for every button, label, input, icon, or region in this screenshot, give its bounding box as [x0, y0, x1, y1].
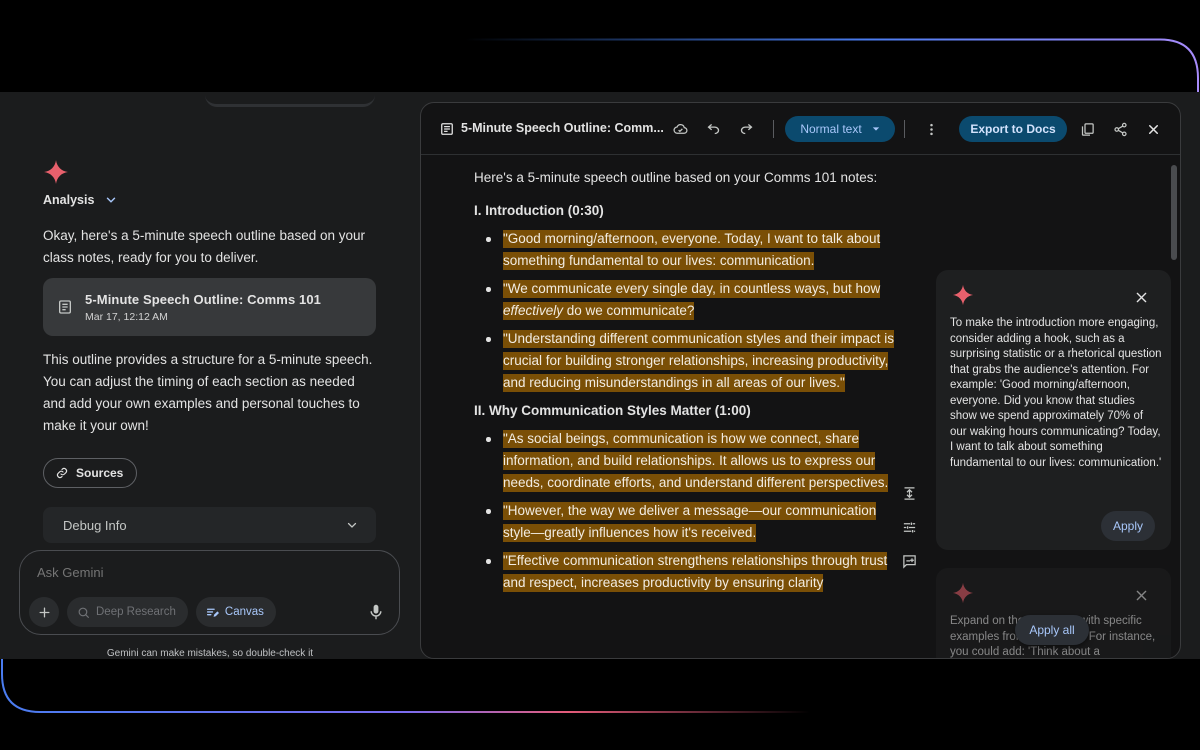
prompt-tools: Deep Research Canvas: [29, 597, 276, 627]
tune-icon: [903, 522, 915, 533]
chat-panel: Analysis Okay, here's a 5-minute speech …: [0, 92, 420, 659]
ask-gemini-input[interactable]: [37, 565, 377, 580]
tune-tool-button[interactable]: [893, 517, 925, 538]
export-to-docs-button[interactable]: Export to Docs: [959, 116, 1067, 142]
canvas-button[interactable]: Canvas: [195, 597, 276, 627]
more-vert-icon: [929, 123, 933, 135]
deep-research-icon: [78, 607, 89, 618]
text-style-select[interactable]: Normal text: [785, 116, 895, 142]
section-heading: II. Why Communication Styles Matter (1:0…: [474, 403, 751, 418]
cloud-saved-button[interactable]: [670, 119, 690, 139]
section-heading: I. Introduction (0:30): [474, 203, 604, 218]
list-item: "Good morning/afternoon, everyone. Today…: [474, 228, 894, 272]
canvas-label: Canvas: [224, 606, 264, 618]
analysis-label: Analysis: [43, 193, 95, 207]
undo-button[interactable]: [703, 119, 723, 139]
apply-button[interactable]: Apply: [1101, 511, 1155, 541]
document-content[interactable]: Here's a 5-minute speech outline based o…: [474, 167, 894, 600]
plus-icon: [39, 607, 49, 617]
canvas-toolbar: 5-Minute Speech Outline: Comm... Normal …: [421, 103, 1180, 155]
highlighted-text: "We communicate every single day, in cou…: [503, 280, 881, 320]
canvas-title: 5-Minute Speech Outline: Comm...: [461, 121, 664, 135]
copy-button[interactable]: [1077, 119, 1097, 139]
emphasis-text: effectively: [503, 303, 564, 318]
toolbar-divider: [904, 120, 905, 138]
suggest-edits-button[interactable]: [893, 551, 925, 572]
close-icon[interactable]: [1136, 292, 1147, 303]
document-icon: [441, 123, 453, 135]
microphone-icon[interactable]: [369, 604, 383, 620]
chevron-down-icon: [107, 197, 116, 203]
more-options-button[interactable]: [921, 119, 941, 139]
text-run: do we communicate?: [563, 303, 695, 318]
response-intro: Okay, here's a 5-minute speech outline b…: [43, 228, 366, 265]
add-button[interactable]: [29, 597, 59, 627]
caret-down-icon: [872, 127, 879, 131]
close-icon[interactable]: [1136, 590, 1147, 601]
disclaimer-text: Gemini can make mistakes, so double-chec…: [106, 648, 314, 659]
debug-info-dropdown[interactable]: Debug Info: [43, 507, 376, 543]
list-item: "Effective communication strengthens rel…: [474, 550, 894, 594]
gemini-spark-icon: [44, 160, 68, 184]
sources-button[interactable]: Sources: [43, 458, 138, 488]
document-card-title: 5-Minute Speech Outline: Comms 101: [85, 291, 322, 307]
canvas-icon: [206, 608, 219, 617]
suggestion-text: To make the introduction more engaging, …: [950, 317, 1162, 469]
suggestion-card: To make the introduction more engaging, …: [936, 270, 1171, 550]
link-icon: [56, 467, 68, 479]
list-item: "However, the way we deliver a message—o…: [474, 500, 894, 544]
list-item: "Understanding different communication s…: [474, 328, 894, 394]
gemini-spark-icon: [952, 582, 974, 604]
document-intro: Here's a 5-minute speech outline based o…: [474, 170, 878, 185]
highlighted-text: "As social beings, communication is how …: [503, 430, 889, 492]
cloud-check-icon: [673, 123, 687, 134]
edit-tools: [893, 483, 925, 572]
section-list: "As social beings, communication is how …: [474, 428, 894, 594]
deep-research-button[interactable]: Deep Research: [67, 597, 188, 627]
rate-review-icon: [902, 555, 916, 569]
redo-button[interactable]: [736, 119, 756, 139]
highlighted-text: "Good morning/afternoon, everyone. Today…: [503, 230, 881, 270]
text-style-value: Normal text: [800, 122, 862, 136]
text-run: "We communicate every single day, in cou…: [503, 281, 881, 296]
close-canvas-button[interactable]: [1143, 119, 1163, 139]
close-icon: [1148, 124, 1158, 134]
prompt-box: Deep Research Canvas: [19, 550, 400, 635]
length-tool-button[interactable]: [893, 483, 925, 504]
highlighted-text: "Understanding different communication s…: [503, 330, 894, 392]
expand-vertical-icon: [904, 487, 914, 500]
chevron-down-icon: [347, 522, 357, 528]
redo-icon: [740, 123, 752, 134]
suggestion-card: Expand on the examples with specific exa…: [936, 568, 1171, 658]
share-icon: [1113, 122, 1127, 136]
analysis-toggle[interactable]: Analysis: [43, 193, 118, 207]
sources-label: Sources: [76, 466, 124, 480]
highlighted-text: "Effective communication strengthens rel…: [503, 552, 888, 592]
document-scrollbar[interactable]: [1171, 165, 1177, 260]
document-icon: [59, 300, 71, 314]
section-list: "Good morning/afternoon, everyone. Today…: [474, 228, 894, 394]
apply-all-button[interactable]: Apply all: [1015, 615, 1089, 645]
gemini-spark-icon: [952, 284, 974, 306]
highlighted-text: "However, the way we deliver a message—o…: [503, 502, 877, 542]
scroll-indicator: [205, 92, 375, 107]
copy-icon: [1081, 122, 1094, 136]
deep-research-label: Deep Research: [96, 606, 176, 618]
share-button[interactable]: [1110, 119, 1130, 139]
canvas-panel: 5-Minute Speech Outline: Comm... Normal …: [420, 102, 1181, 659]
toolbar-divider: [773, 120, 774, 138]
gemini-app: Analysis Okay, here's a 5-minute speech …: [0, 92, 1200, 659]
list-item: "As social beings, communication is how …: [474, 428, 894, 494]
response-body: This outline provides a structure for a …: [43, 352, 373, 433]
debug-info-label: Debug Info: [63, 517, 127, 533]
list-item: "We communicate every single day, in cou…: [474, 278, 894, 322]
undo-icon: [707, 123, 719, 134]
document-card-timestamp: Mar 17, 12:12 AM: [85, 310, 168, 323]
document-card[interactable]: 5-Minute Speech Outline: Comms 101 Mar 1…: [43, 278, 376, 336]
